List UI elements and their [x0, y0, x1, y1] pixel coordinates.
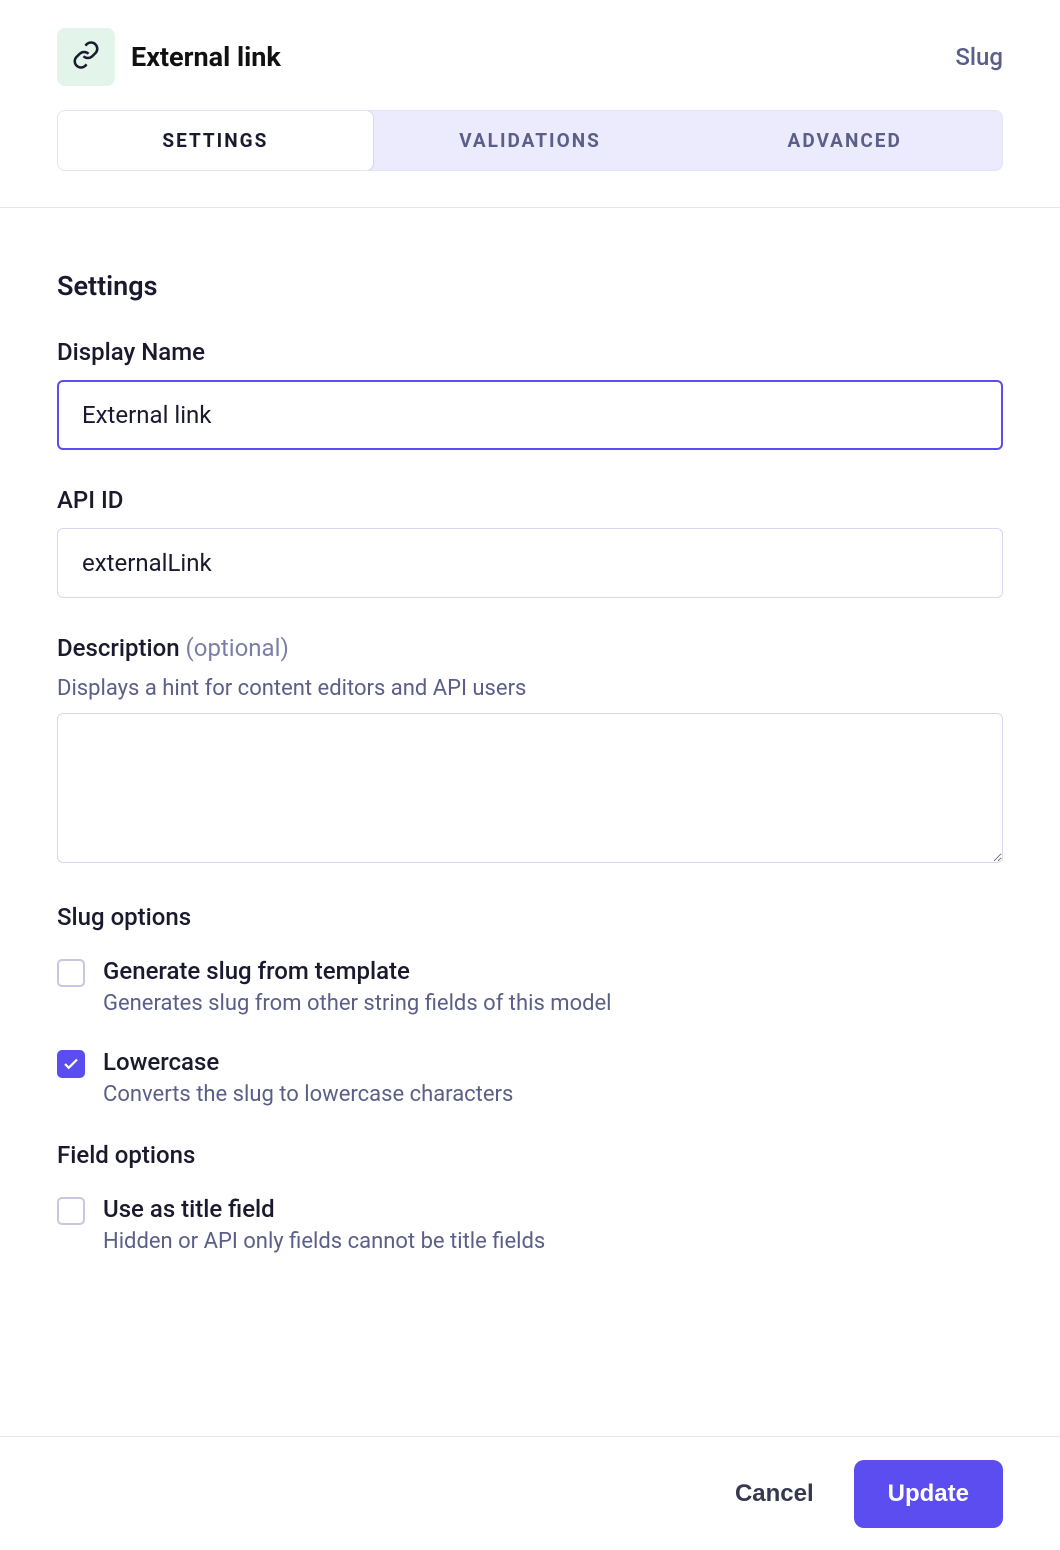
field-type-label: Slug	[955, 43, 1003, 71]
field-description: Description (optional) Displays a hint f…	[57, 634, 1003, 867]
generate-slug-text: Generate slug from template Generates sl…	[103, 957, 612, 1016]
content-scroll[interactable]: Settings Display Name API ID Description…	[0, 220, 1060, 1436]
option-generate-slug: Generate slug from template Generates sl…	[57, 957, 1003, 1016]
description-hint: Displays a hint for content editors and …	[57, 676, 1003, 701]
update-button[interactable]: Update	[854, 1460, 1003, 1528]
title-field-label: Use as title field	[103, 1195, 545, 1223]
display-name-input[interactable]	[57, 380, 1003, 450]
modal-header: External link Slug	[0, 0, 1060, 110]
header-divider	[0, 207, 1060, 208]
cancel-button[interactable]: Cancel	[735, 1480, 814, 1508]
section-title-settings: Settings	[57, 270, 1003, 302]
page-title: External link	[131, 41, 281, 73]
field-display-name: Display Name	[57, 338, 1003, 450]
title-field-desc: Hidden or API only fields cannot be titl…	[103, 1229, 545, 1254]
tab-bar: SETTINGS VALIDATIONS ADVANCED	[57, 110, 1003, 171]
field-api-id: API ID	[57, 486, 1003, 598]
api-id-label: API ID	[57, 486, 1003, 514]
display-name-label: Display Name	[57, 338, 1003, 366]
settings-panel: Settings Display Name API ID Description…	[0, 220, 1060, 1326]
modal-footer: Cancel Update	[0, 1436, 1060, 1550]
generate-slug-desc: Generates slug from other string fields …	[103, 991, 612, 1016]
slug-options-title: Slug options	[57, 903, 1003, 931]
description-textarea[interactable]	[57, 713, 1003, 863]
description-optional: (optional)	[186, 634, 289, 662]
title-field-text: Use as title field Hidden or API only fi…	[103, 1195, 545, 1254]
lowercase-text: Lowercase Converts the slug to lowercase…	[103, 1048, 513, 1107]
lowercase-label: Lowercase	[103, 1048, 513, 1076]
tab-settings[interactable]: SETTINGS	[57, 110, 374, 171]
field-options-title: Field options	[57, 1141, 1003, 1169]
option-lowercase: Lowercase Converts the slug to lowercase…	[57, 1048, 1003, 1107]
api-id-input[interactable]	[57, 528, 1003, 598]
header-left: External link	[57, 28, 281, 86]
lowercase-checkbox[interactable]	[57, 1050, 85, 1078]
description-label: Description (optional)	[57, 634, 1003, 662]
tab-advanced[interactable]: ADVANCED	[687, 111, 1002, 170]
tab-validations[interactable]: VALIDATIONS	[373, 111, 688, 170]
generate-slug-label: Generate slug from template	[103, 957, 612, 985]
lowercase-desc: Converts the slug to lowercase character…	[103, 1082, 513, 1107]
generate-slug-checkbox[interactable]	[57, 959, 85, 987]
link-icon	[71, 40, 101, 74]
title-field-checkbox[interactable]	[57, 1197, 85, 1225]
field-icon-tile	[57, 28, 115, 86]
description-label-text: Description	[57, 634, 180, 662]
option-title-field: Use as title field Hidden or API only fi…	[57, 1195, 1003, 1254]
